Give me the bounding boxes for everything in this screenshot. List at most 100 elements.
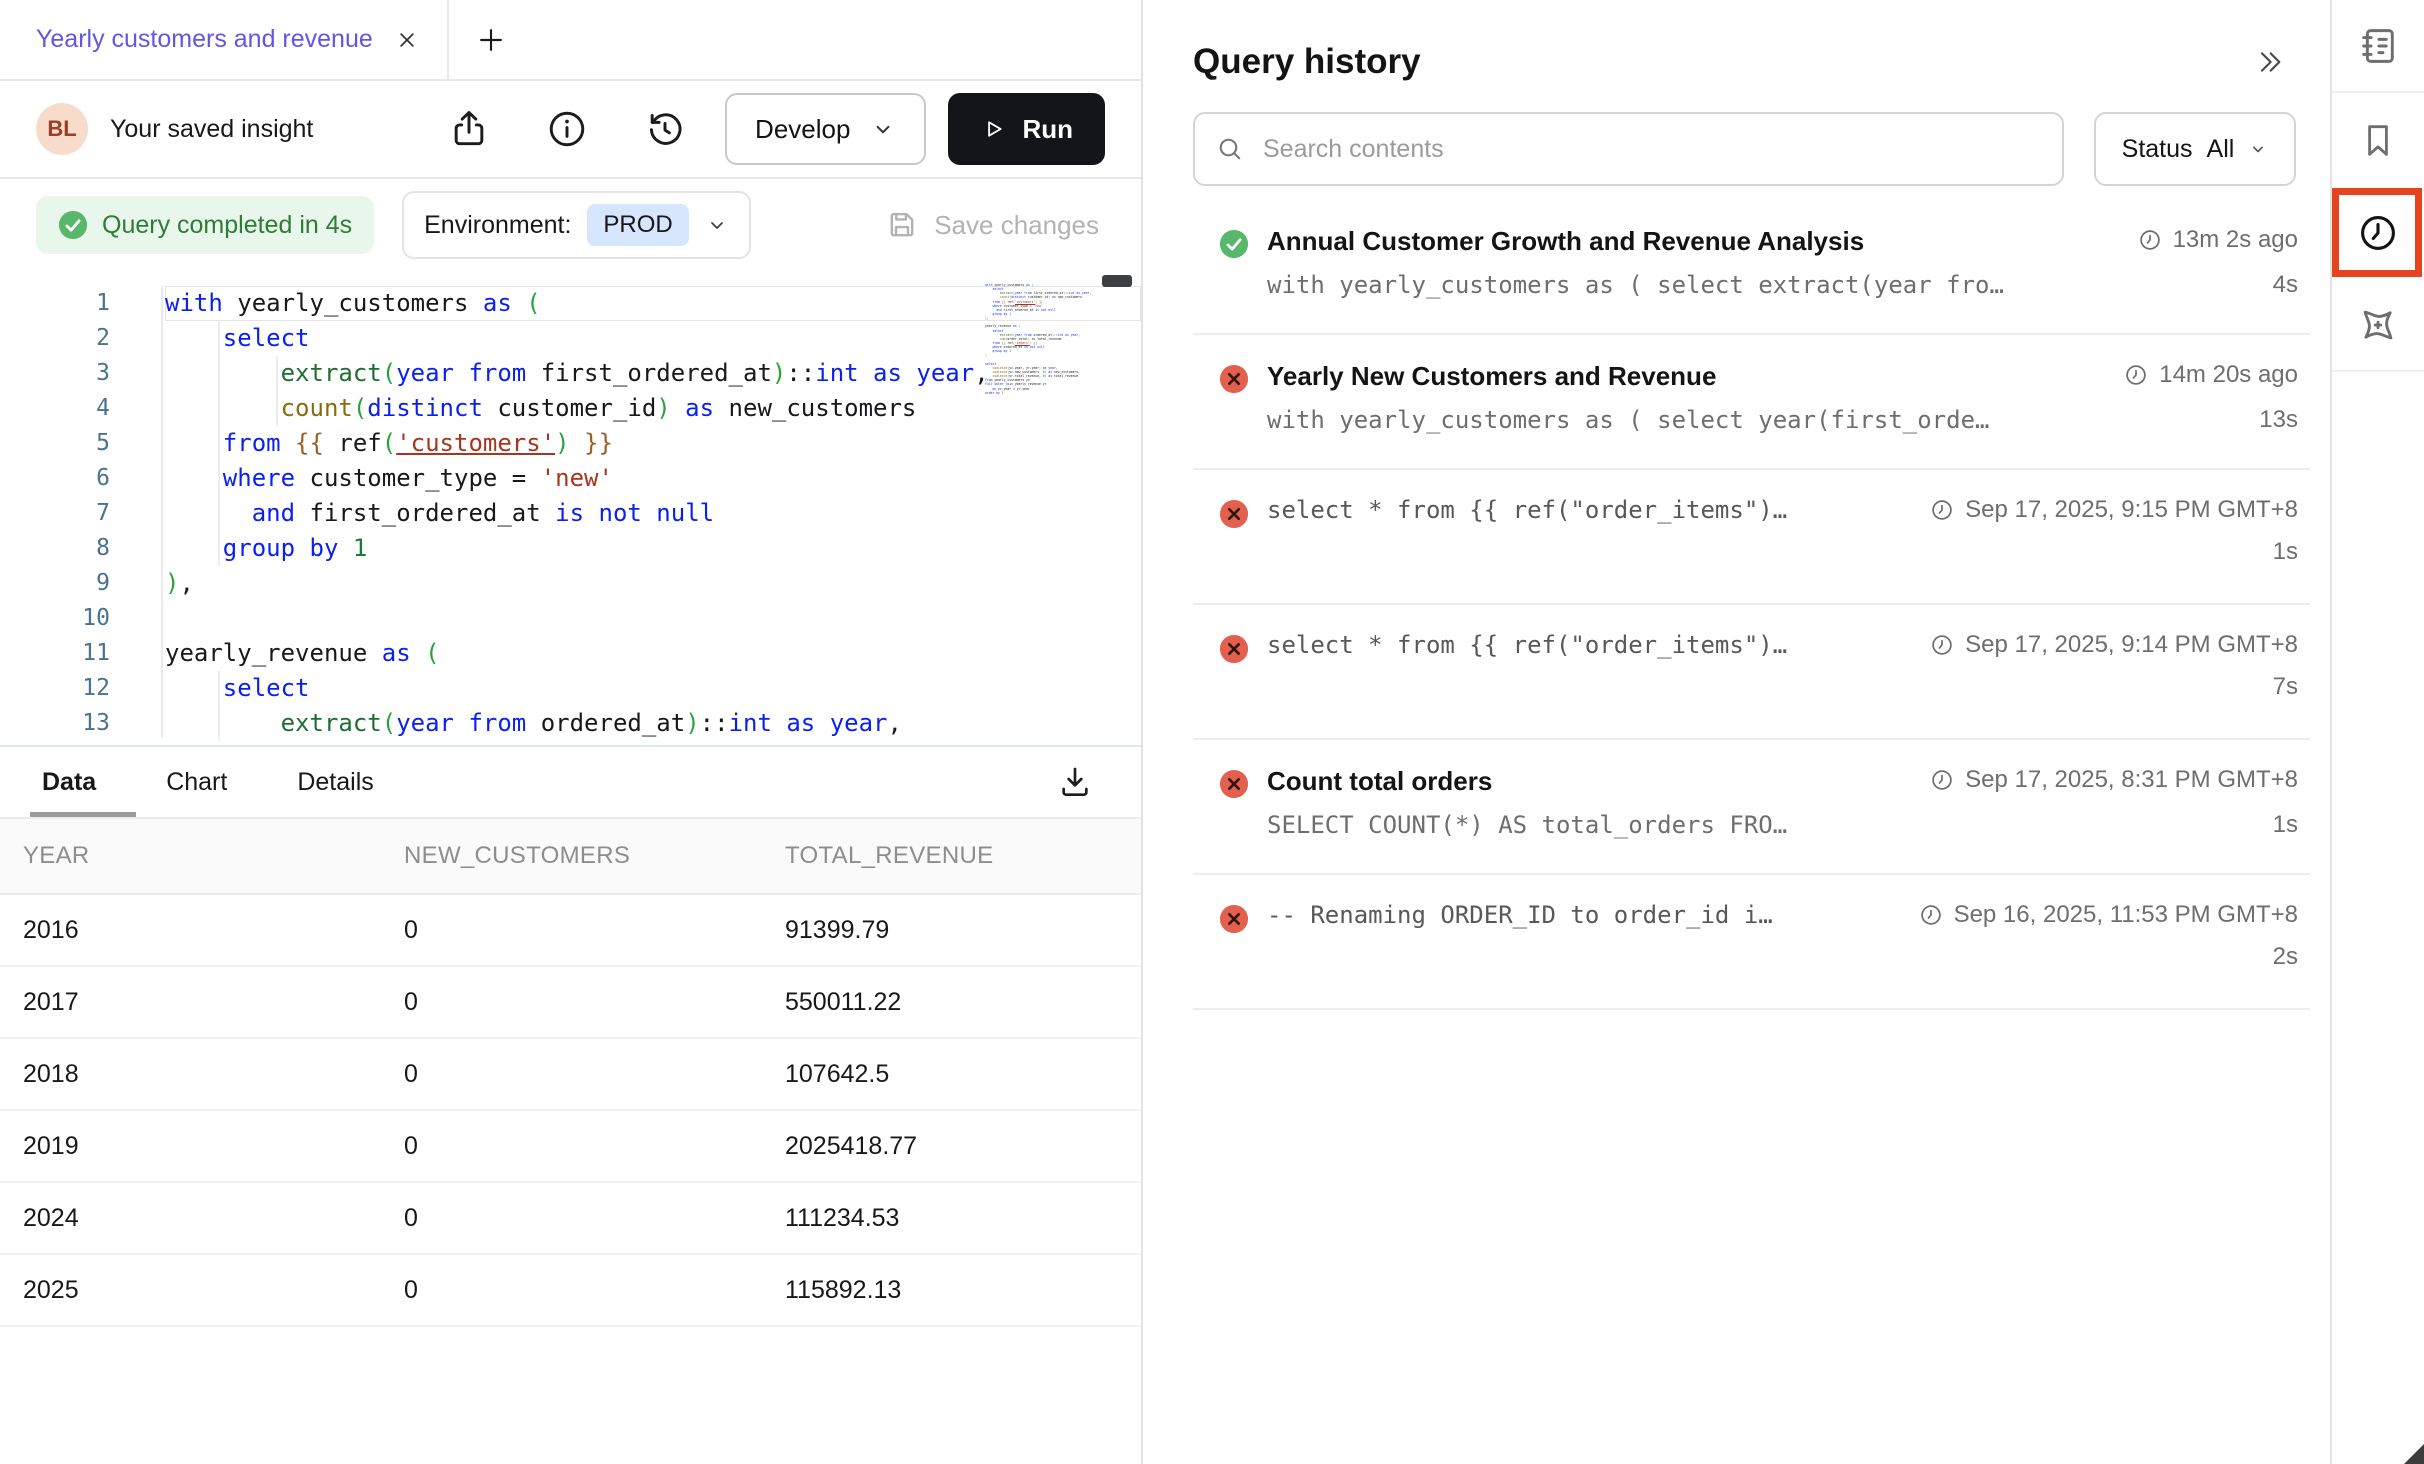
resize-corner [2404,1444,2424,1464]
table-cell: 115892.13 [785,1276,1141,1305]
version-history-button[interactable] [643,107,687,151]
code-line[interactable]: 10 [0,601,1141,636]
tab-chart[interactable]: Chart [160,767,233,798]
history-item[interactable]: Count total ordersSep 17, 2025, 8:31 PM … [1193,740,2310,875]
table-cell: 2017 [23,988,404,1017]
tab-bar: Yearly customers and revenue [0,0,1141,81]
results-tab-bar: Data Chart Details [0,745,1141,817]
code-line[interactable]: 7 and first_ordered_at is not null [0,496,1141,531]
history-item-title: -- Renaming ORDER_ID to order_id i… [1267,901,1773,929]
table-cell: 2025 [23,1276,404,1305]
table-row: 2016091399.79 [0,895,1141,967]
table-cell: 0 [404,916,785,945]
history-item-duration: 2s [2273,943,2298,971]
results-table-body: 2016091399.7920170550011.2220180107642.5… [0,895,1141,1327]
history-item-time: Sep 17, 2025, 9:15 PM GMT+8 [1909,496,2298,524]
code-line[interactable]: 1with yearly_customers as ( [0,286,1141,321]
sql-editor[interactable]: 1with yearly_customers as (2 select3 ext… [0,271,1141,745]
run-button[interactable]: Run [948,93,1105,165]
table-row: 201902025418.77 [0,1111,1141,1183]
table-cell: 0 [404,1204,785,1233]
save-label: Save changes [934,210,1099,241]
column-header-new-customers: NEW_CUSTOMERS [404,842,785,870]
history-item-time: Sep 16, 2025, 11:53 PM GMT+8 [1898,901,2298,929]
rail-item-notebook[interactable] [2332,0,2424,93]
history-item-duration: 1s [2273,538,2298,566]
minimap[interactable]: with yearly_customers as ( select extrac… [985,283,1099,395]
share-button[interactable] [447,107,491,151]
explore-star-icon [2355,302,2401,348]
table-row: 20170550011.22 [0,967,1141,1039]
code-line[interactable]: 12 select [0,671,1141,706]
notebook-icon [2356,24,2400,68]
new-tab-button[interactable] [475,24,507,56]
code-line[interactable]: 8 group by 1 [0,531,1141,566]
rail-item-bookmarks[interactable] [2332,93,2424,186]
info-button[interactable] [545,107,589,151]
table-cell: 0 [404,1132,785,1161]
history-item[interactable]: -- Renaming ORDER_ID to order_id i… Sep 1… [1193,875,2310,1010]
line-number: 2 [0,321,110,356]
code-line[interactable]: 2 select [0,321,1141,356]
scrollbar-thumb[interactable] [1102,275,1132,287]
download-button[interactable] [1055,762,1095,802]
history-item[interactable]: Yearly New Customers and Revenue14m 20s … [1193,335,2310,470]
rail-item-query-history[interactable] [2332,186,2424,279]
line-number: 6 [0,461,110,496]
status-filter-label: Status [2122,135,2193,164]
code-line[interactable]: 5 from {{ ref('customers') }} [0,426,1141,461]
environment-select[interactable]: Environment: PROD [402,191,751,259]
chevron-down-icon [2248,139,2268,159]
page-title: Query history [1193,42,1421,82]
play-icon [980,116,1006,142]
table-row: 20240111234.53 [0,1183,1141,1255]
history-item-duration: 1s [2273,811,2298,839]
code-line[interactable]: 3 extract(year from first_ordered_at)::i… [0,356,1141,391]
code-line[interactable]: 9), [0,566,1141,601]
table-cell: 111234.53 [785,1204,1141,1233]
table-cell: 550011.22 [785,988,1141,1017]
history-item-title: select * from {{ ref("order_items")… [1267,496,1787,524]
tab-details[interactable]: Details [291,767,379,798]
tab-yearly-customers[interactable]: Yearly customers and revenue [0,0,447,79]
code-line[interactable]: 6 where customer_type = 'new' [0,461,1141,496]
clock-icon [2356,211,2400,255]
line-number: 3 [0,356,110,391]
editor-panel: Yearly customers and revenue BL Your sav… [0,0,1141,1464]
table-cell: 0 [404,1060,785,1089]
line-number: 9 [0,566,110,601]
table-cell: 0 [404,988,785,1017]
code-line[interactable]: 4 count(distinct customer_id) as new_cus… [0,391,1141,426]
collapse-panel-button[interactable] [2254,46,2286,78]
status-filter-dropdown[interactable]: Status All [2094,112,2296,186]
bookmark-icon [2357,119,2399,161]
environment-value-chip: PROD [587,204,688,246]
rail-item-explore[interactable] [2332,279,2424,372]
avatar: BL [36,103,88,155]
query-history-list: Annual Customer Growth and Revenue Analy… [1193,200,2310,1010]
query-status-badge: Query completed in 4s [36,196,374,254]
code-line[interactable]: 13 extract(year from ordered_at)::int as… [0,706,1141,741]
results-table-header: YEAR NEW_CUSTOMERS TOTAL_REVENUE [0,817,1141,895]
line-number: 8 [0,531,110,566]
history-item[interactable]: select * from {{ ref("order_items")…Sep … [1193,605,2310,740]
tab-data[interactable]: Data [36,767,102,798]
status-filter-value: All [2207,135,2235,164]
code-line[interactable]: 11yearly_revenue as ( [0,636,1141,671]
history-item[interactable]: Annual Customer Growth and Revenue Analy… [1193,200,2310,335]
tab-close-button[interactable] [393,26,421,54]
error-icon [1219,364,1249,394]
search-box[interactable] [1193,112,2064,186]
line-number: 11 [0,636,110,671]
line-number: 5 [0,426,110,461]
error-icon [1219,769,1249,799]
table-cell: 107642.5 [785,1060,1141,1089]
save-changes-button[interactable]: Save changes [878,206,1105,244]
column-header-year: YEAR [23,842,404,870]
search-input[interactable] [1261,134,2042,165]
history-item[interactable]: select * from {{ ref("order_items")… Sep … [1193,470,2310,605]
develop-button[interactable]: Develop [725,93,926,165]
plus-icon [475,24,507,56]
clock-icon [2137,227,2163,253]
history-item-duration: 7s [2273,673,2298,701]
